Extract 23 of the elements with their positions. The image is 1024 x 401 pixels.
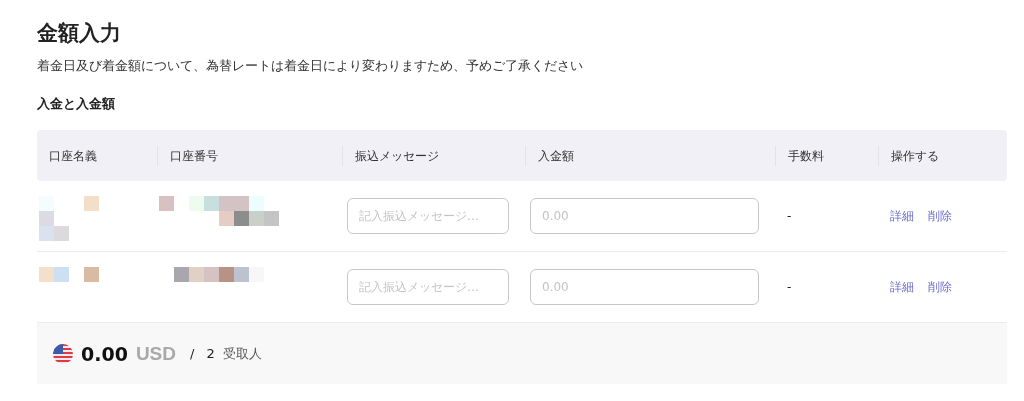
fee-value: - [787,280,792,294]
recipient-label: 受取人 [222,344,262,363]
column-header: 入金額 [538,148,574,163]
notice-text: 着金日及び着金額について、為替レートは着金日により変わりますため、予めご了承ください [37,57,584,75]
amount-input[interactable]: 0.00 [530,269,759,305]
separator: / [190,346,195,361]
column-header: 操作する [891,148,939,163]
flag-icon [53,343,73,364]
recipient-count: 2 [206,346,215,361]
total-amount: 0.00 [81,342,128,365]
fee-value: - [787,209,792,223]
column-header: 手数料 [788,148,824,163]
column-header: 口座番号 [170,148,218,163]
amount-input[interactable]: 0.00 [530,198,759,234]
section-title: 入金と入金額 [37,95,116,113]
column-header: 振込メッセージ [355,148,439,163]
details-link[interactable]: 詳細 [890,208,914,223]
details-link[interactable]: 詳細 [890,279,914,294]
currency-code: USD [135,342,176,365]
delete-link[interactable]: 削除 [928,208,952,223]
delete-link[interactable]: 削除 [928,279,952,294]
column-header: 口座名義 [49,148,97,163]
page-title: 金額入力 [37,20,122,47]
